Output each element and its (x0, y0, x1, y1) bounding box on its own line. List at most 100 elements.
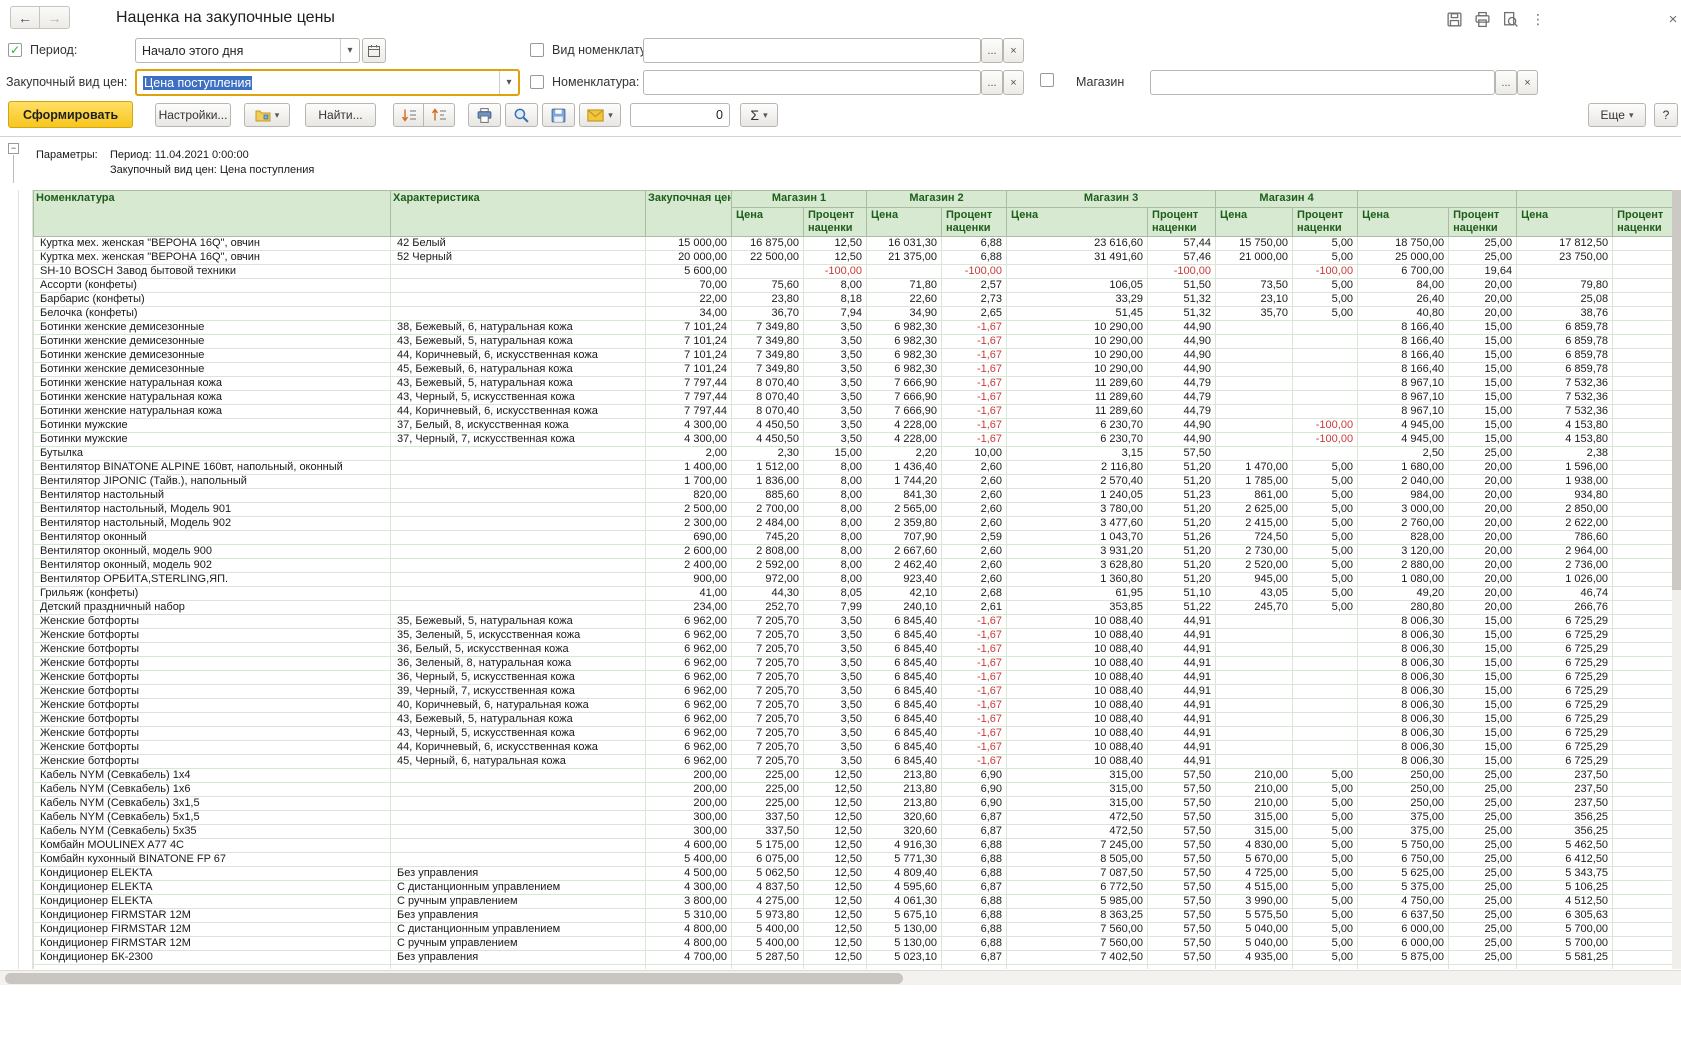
store-choose-button[interactable]: ... (1495, 70, 1517, 95)
cell[interactable]: 51,26 (1148, 531, 1216, 545)
cell[interactable] (1293, 755, 1358, 769)
cell[interactable]: Женские ботфорты (34, 699, 391, 713)
cell[interactable]: 45, Бежевый, 6, натуральная кожа (391, 363, 646, 377)
cell[interactable]: 337,50 (732, 825, 804, 839)
cell[interactable]: 4 153,80 (1517, 419, 1613, 433)
help-button[interactable]: ? (1654, 103, 1678, 127)
cell[interactable]: 25,00 (1449, 797, 1517, 811)
cell[interactable]: 15,00 (1449, 363, 1517, 377)
cell[interactable]: 42 Белый (391, 237, 646, 251)
cell[interactable]: 39, Черный, 7, искусственная кожа (391, 685, 646, 699)
cell[interactable]: 2,60 (942, 573, 1007, 587)
cell[interactable]: 6 000,00 (1358, 937, 1449, 951)
cell[interactable]: Женские ботфорты (34, 727, 391, 741)
cell[interactable]: 12,50 (804, 909, 867, 923)
cell[interactable]: 1 436,40 (867, 461, 942, 475)
cell[interactable]: 8 006,30 (1358, 615, 1449, 629)
cell[interactable]: 5 700,00 (1517, 937, 1613, 951)
cell[interactable]: 3,50 (804, 699, 867, 713)
cell[interactable]: 5,00 (1293, 461, 1358, 475)
cell[interactable]: 15 000,00 (646, 237, 732, 251)
table-row[interactable]: Кондиционер ELEKTAС дистанционным управл… (34, 881, 1673, 895)
cell[interactable]: -1,67 (942, 727, 1007, 741)
cell[interactable]: -1,67 (942, 657, 1007, 671)
cell[interactable]: 25,00 (1449, 909, 1517, 923)
cell[interactable] (391, 531, 646, 545)
cell[interactable]: 7 402,50 (1007, 951, 1148, 965)
cell[interactable]: 356,25 (1517, 825, 1613, 839)
table-row[interactable]: Вентилятор настольный, Модель 9022 300,0… (34, 517, 1673, 531)
print-icon[interactable] (1471, 9, 1493, 29)
cell[interactable]: 44,91 (1148, 671, 1216, 685)
cell[interactable]: 200,00 (646, 783, 732, 797)
cell[interactable] (391, 447, 646, 461)
cell[interactable] (34, 965, 391, 970)
cell[interactable] (1517, 965, 1613, 970)
cell[interactable]: 7 205,70 (732, 685, 804, 699)
cell[interactable]: 36,70 (732, 307, 804, 321)
cell[interactable] (1216, 965, 1293, 970)
cell[interactable]: 5,00 (1293, 531, 1358, 545)
cell[interactable]: 15,00 (1449, 727, 1517, 741)
cell[interactable]: 6 845,40 (867, 657, 942, 671)
cell[interactable]: Куртка мех. женская "ВЕРОНА 16Q", овчин (34, 237, 391, 251)
cell[interactable]: 8 006,30 (1358, 713, 1449, 727)
cell[interactable]: 44,91 (1148, 615, 1216, 629)
cell[interactable]: 6 962,00 (646, 727, 732, 741)
cell[interactable]: 8 006,30 (1358, 657, 1449, 671)
kebab-menu-icon[interactable]: ⋮ (1527, 9, 1549, 29)
cell[interactable]: 6 230,70 (1007, 419, 1148, 433)
cell[interactable]: 250,00 (1358, 797, 1449, 811)
cell[interactable]: 12,50 (804, 811, 867, 825)
cell[interactable]: 8,18 (804, 293, 867, 307)
cell[interactable] (1293, 391, 1358, 405)
cell[interactable]: 44, Коричневый, 6, искусственная кожа (391, 741, 646, 755)
cell[interactable] (1216, 755, 1293, 769)
cell[interactable] (391, 853, 646, 867)
cell[interactable] (1216, 713, 1293, 727)
cell[interactable]: 5 771,30 (867, 853, 942, 867)
cell[interactable]: 8 967,10 (1358, 377, 1449, 391)
cell[interactable]: 33,29 (1007, 293, 1148, 307)
cell[interactable]: 690,00 (646, 531, 732, 545)
cell[interactable] (1216, 643, 1293, 657)
cell[interactable]: 7 205,70 (732, 741, 804, 755)
cell[interactable]: -1,67 (942, 629, 1007, 643)
cell[interactable]: 5,00 (1293, 895, 1358, 909)
vertical-scrollbar-thumb[interactable] (1672, 190, 1681, 590)
table-row[interactable]: Вентилятор оконный, модель 9002 600,002 … (34, 545, 1673, 559)
cell[interactable]: 44,90 (1148, 321, 1216, 335)
cell[interactable]: 5 973,80 (732, 909, 804, 923)
cell[interactable]: 44,79 (1148, 391, 1216, 405)
cell[interactable]: 10,00 (942, 447, 1007, 461)
cell[interactable]: 5 106,25 (1517, 881, 1613, 895)
cell[interactable]: 7 349,80 (732, 349, 804, 363)
cell[interactable]: 2 484,00 (732, 517, 804, 531)
cell[interactable]: 1 785,00 (1216, 475, 1293, 489)
cell[interactable]: 34,90 (867, 307, 942, 321)
cell[interactable]: 61,95 (1007, 587, 1148, 601)
cell[interactable]: 2 622,00 (1517, 517, 1613, 531)
cell[interactable]: 2,50 (1358, 447, 1449, 461)
cell[interactable]: 1 470,00 (1216, 461, 1293, 475)
cell[interactable]: 23,80 (732, 293, 804, 307)
cell[interactable]: 35, Бежевый, 5, натуральная кожа (391, 615, 646, 629)
cell[interactable]: Вентилятор ОРБИТА,STERLING,ЯП. (34, 573, 391, 587)
cell[interactable]: 2,60 (942, 461, 1007, 475)
cell[interactable]: 20,00 (1449, 293, 1517, 307)
cell[interactable] (391, 279, 646, 293)
cell[interactable]: 15,00 (1449, 741, 1517, 755)
cell[interactable]: 4 809,40 (867, 867, 942, 881)
cell[interactable]: 4 450,50 (732, 433, 804, 447)
cell[interactable]: 4 228,00 (867, 419, 942, 433)
cell[interactable]: 57,50 (1148, 951, 1216, 965)
cell[interactable] (1613, 447, 1672, 461)
cell[interactable]: 5 750,00 (1358, 839, 1449, 853)
cell[interactable]: 4 300,00 (646, 433, 732, 447)
cell[interactable]: 237,50 (1517, 783, 1613, 797)
cell[interactable]: 7 205,70 (732, 727, 804, 741)
cell[interactable]: Ботинки женские демисезонные (34, 335, 391, 349)
cell[interactable]: 3 780,00 (1007, 503, 1148, 517)
cell[interactable]: 707,90 (867, 531, 942, 545)
cell[interactable]: 5,00 (1293, 867, 1358, 881)
